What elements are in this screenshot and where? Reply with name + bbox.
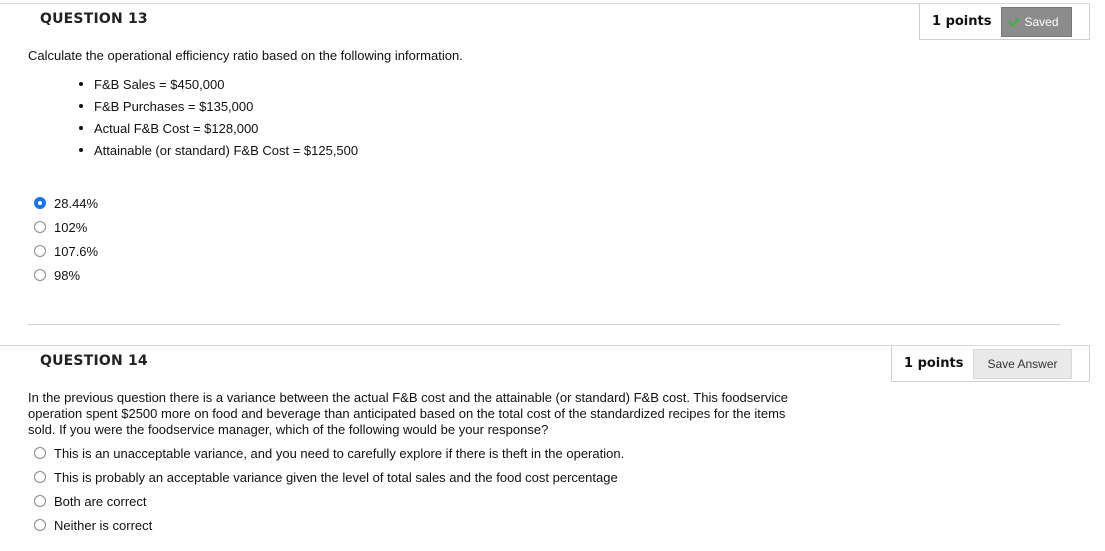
question-divider — [28, 324, 1060, 325]
q14-points: 1 points — [904, 356, 964, 371]
q13-points-box: 1 points Saved — [919, 4, 1090, 40]
fact-item: Attainable (or standard) F&B Cost = $125… — [79, 139, 358, 161]
q14-option[interactable]: Both are correct — [34, 489, 624, 513]
radio-button[interactable] — [34, 269, 46, 281]
bullet-icon — [79, 104, 83, 108]
fact-text: Attainable (or standard) F&B Cost = $125… — [94, 142, 359, 158]
q13-option[interactable]: 107.6% — [34, 239, 98, 263]
q14-option[interactable]: This is probably an acceptable variance … — [34, 465, 624, 489]
prompt-line: sold. If you were the foodservice manage… — [28, 422, 549, 437]
prompt-line: operation spent $2500 more on food and b… — [28, 406, 786, 421]
radio-button[interactable] — [34, 495, 46, 507]
q14-points-box: 1 points Save Answer — [891, 346, 1090, 382]
q14-title: QUESTION 14 — [40, 353, 148, 369]
radio-button[interactable] — [34, 471, 46, 483]
option-label[interactable]: Both are correct — [54, 494, 147, 509]
saved-status-button: Saved — [1001, 6, 1072, 37]
fact-text: F&B Sales = $450,000 — [94, 76, 225, 92]
fact-item: F&B Purchases = $135,000 — [79, 95, 358, 117]
q14-option[interactable]: Neither is correct — [34, 513, 624, 537]
radio-button[interactable] — [34, 245, 46, 257]
option-label[interactable]: Neither is correct — [54, 518, 152, 533]
option-label[interactable]: 28.44% — [54, 196, 98, 211]
bullet-icon — [79, 82, 83, 86]
q13-prompt: Calculate the operational efficiency rat… — [28, 48, 463, 63]
q13-options: 28.44% 102% 107.6% 98% — [34, 191, 98, 287]
fact-text: Actual F&B Cost = $128,000 — [94, 120, 259, 136]
q13-option[interactable]: 98% — [34, 263, 98, 287]
fact-item: F&B Sales = $450,000 — [79, 73, 358, 95]
bullet-icon — [79, 148, 83, 152]
q13-option[interactable]: 28.44% — [34, 191, 98, 215]
option-label[interactable]: 107.6% — [54, 244, 98, 259]
fact-item: Actual F&B Cost = $128,000 — [79, 117, 358, 139]
q14-option[interactable]: This is an unacceptable variance, and yo… — [34, 441, 624, 465]
radio-button[interactable] — [34, 221, 46, 233]
option-label[interactable]: 98% — [54, 268, 80, 283]
bullet-icon — [79, 126, 83, 130]
saved-label: Saved — [1024, 14, 1059, 29]
q14-prompt: In the previous question there is a vari… — [28, 390, 788, 438]
radio-button[interactable] — [34, 197, 46, 209]
q13-option[interactable]: 102% — [34, 215, 98, 239]
q13-fact-list: F&B Sales = $450,000 F&B Purchases = $13… — [79, 73, 358, 161]
prompt-line: In the previous question there is a vari… — [28, 390, 788, 405]
radio-button[interactable] — [34, 519, 46, 531]
option-label[interactable]: 102% — [54, 220, 87, 235]
fact-text: F&B Purchases = $135,000 — [94, 98, 254, 114]
q14-options: This is an unacceptable variance, and yo… — [34, 441, 624, 537]
option-label[interactable]: This is an unacceptable variance, and yo… — [54, 446, 624, 461]
option-label[interactable]: This is probably an acceptable variance … — [54, 470, 618, 485]
save-answer-button[interactable]: Save Answer — [973, 348, 1072, 379]
q13-points: 1 points — [932, 14, 992, 29]
q13-title: QUESTION 13 — [40, 11, 148, 27]
check-icon — [1008, 17, 1021, 27]
radio-button[interactable] — [34, 447, 46, 459]
